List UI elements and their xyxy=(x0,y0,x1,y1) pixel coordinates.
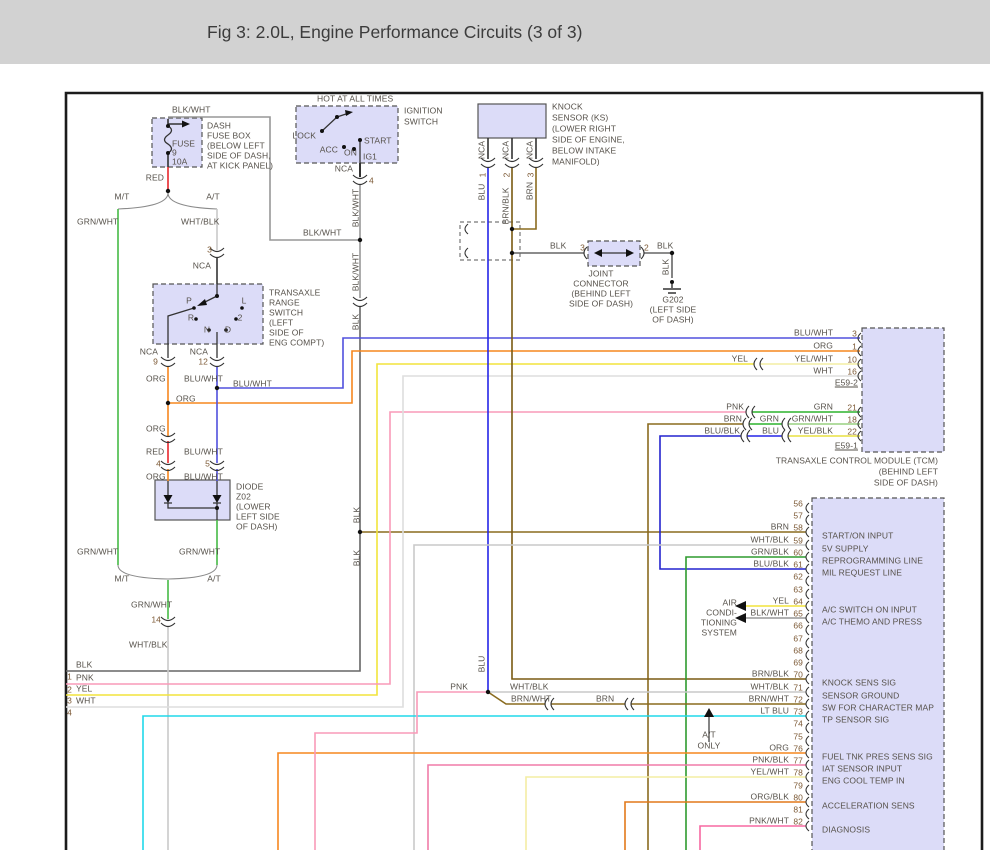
wire-yel-net xyxy=(66,363,754,696)
knock-sensor-box xyxy=(477,103,547,139)
ecm-box xyxy=(811,497,945,850)
arrowheads xyxy=(163,110,746,717)
ac-arrow-top xyxy=(735,601,746,611)
knock-sensor-stubs xyxy=(487,138,537,159)
wire-blublk-net xyxy=(659,435,806,570)
wiring-diagram xyxy=(64,91,984,850)
at-only-arrowhead xyxy=(704,708,714,717)
merge-bracket-bottom xyxy=(117,564,218,580)
wire-ltblu-pin73 xyxy=(142,715,806,850)
ground-symbol xyxy=(663,284,681,294)
inline-connector-symbols xyxy=(160,157,862,832)
inline-connector-left-arcs xyxy=(464,223,469,259)
tcm-box xyxy=(861,327,945,453)
wire-wht-net xyxy=(66,375,860,708)
wire-brnwht-pin72 xyxy=(487,691,806,705)
fuse-box xyxy=(151,117,203,168)
wire-yelwht-pin78 xyxy=(525,776,806,850)
wire-pnkwht-pin82 xyxy=(699,825,806,850)
wire-brn-knock xyxy=(512,167,537,230)
diode-box xyxy=(154,479,231,521)
split-bracket-top xyxy=(117,192,218,210)
ecm-pin-arcs xyxy=(805,502,810,832)
wire-brnblk-knock xyxy=(511,167,806,680)
wire-brn-pin18 xyxy=(647,423,743,850)
horizontal-connector-arcs xyxy=(544,357,792,711)
wiring-diagram-page: Fig 3: 2.0L, Engine Performance Circuits… xyxy=(0,0,990,850)
wire-whtblk-pin59 xyxy=(413,544,806,850)
ac-arrow-bottom xyxy=(735,613,746,623)
junction-dots xyxy=(165,115,675,695)
wire-bluwht-main xyxy=(216,337,860,463)
transaxle-range-switch-box xyxy=(152,283,264,345)
